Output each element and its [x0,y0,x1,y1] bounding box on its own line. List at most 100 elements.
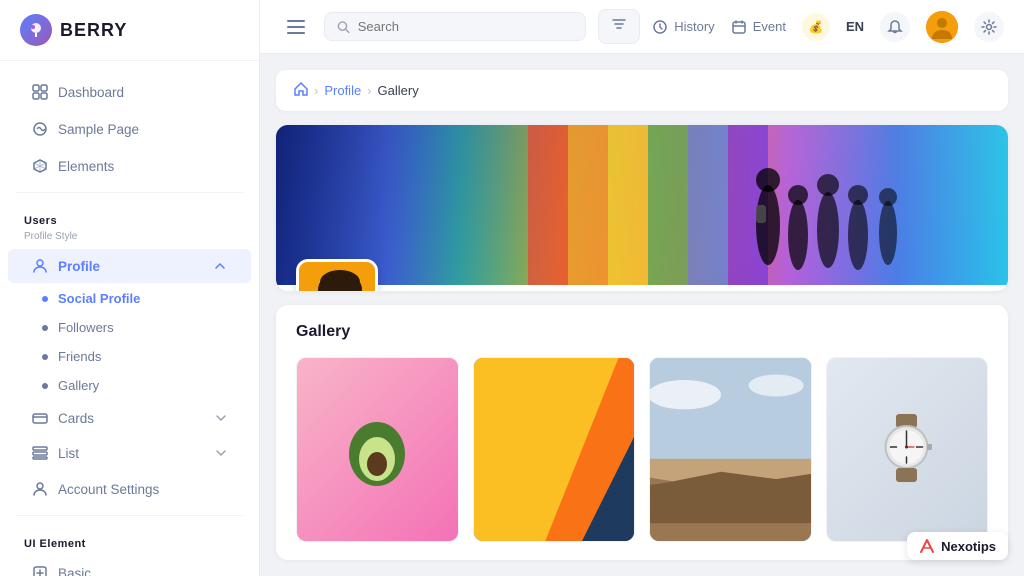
brand-name: BERRY [60,20,127,41]
sidebar-item-basic[interactable]: Basic [8,555,251,576]
users-section-subtitle: Profile Style [0,231,259,248]
sidebar-item-cards[interactable]: Cards [8,401,251,435]
gallery-title: Gallery [296,323,988,341]
user-avatar[interactable] [926,11,958,43]
gallery-grid: 1080p_tabl... ⋮ Tue Aug 24 2021 [296,357,988,542]
menu-line3 [287,32,305,34]
sidebar-divider2 [16,515,243,516]
settings-button[interactable] [974,12,1004,42]
dot-icon [42,325,48,331]
topbar-right: History Event 💰 EN [652,11,1004,43]
gallery-info-3: granite_che... ⋮ Fri Jun 25 2021 [650,541,811,542]
layout-icon [32,121,48,137]
sidebar-item-social-profile[interactable]: Social Profile [0,284,259,313]
sidebar-nav: Dashboard Sample Page Elements Users Pro… [0,61,259,576]
chevron-down-icon [215,412,227,424]
sidebar-divider [16,192,243,193]
clock-icon [652,19,668,35]
event-button[interactable]: Event [731,19,786,35]
notification-button[interactable] [880,12,910,42]
nexotips-badge: Nexotips [907,532,1008,560]
nexotips-label: Nexotips [941,539,996,554]
search-input[interactable] [358,19,573,34]
lang-badge[interactable]: 💰 [802,13,830,41]
gallery-item-4: invoice.mpg ⋮ Sat Oct 23 2021 [826,357,989,542]
profile-card: Vinit Ajudiya Android Developer Message … [276,125,1008,291]
dashboard-label: Dashboard [58,85,124,100]
gallery-info-1: 1080p_tabl... ⋮ Tue Aug 24 2021 [297,541,458,542]
sample-page-label: Sample Page [58,122,139,137]
friends-label: Friends [58,349,101,364]
account-settings-label: Account Settings [58,482,159,497]
search-icon [337,20,350,34]
list-label: List [58,446,79,461]
grid-icon [32,84,48,100]
sidebar-logo: BERRY [0,0,259,61]
filter-icon [611,16,627,32]
followers-label: Followers [58,320,114,335]
sidebar-item-list[interactable]: List [8,436,251,470]
breadcrumb-gallery: Gallery [378,83,419,98]
profile-banner [276,125,1008,285]
sidebar-item-dashboard[interactable]: Dashboard [8,74,251,110]
dot-icon [42,296,48,302]
breadcrumb: › Profile › Gallery [276,70,1008,111]
sidebar-item-account-settings[interactable]: Account Settings [8,471,251,507]
sidebar-item-profile[interactable]: Profile [8,249,251,283]
cards-label: Cards [58,411,94,426]
basic-label: Basic [58,566,91,576]
menu-line1 [287,20,305,22]
box-icon [32,158,48,174]
list-left: List [32,445,79,461]
bell-icon [887,19,903,35]
gallery-thumb-3 [650,358,811,541]
topbar: History Event 💰 EN [260,0,1024,54]
menu-line2 [287,26,305,28]
basic-icon [32,565,48,576]
sidebar-item-elements[interactable]: Elements [8,148,251,184]
gallery-thumb-2 [474,358,635,541]
user-icon [32,481,48,497]
breadcrumb-profile[interactable]: Profile [324,83,361,98]
history-label: History [674,19,714,34]
gallery-thumb-4 [827,358,988,541]
breadcrumb-sep1: › [314,83,318,98]
ui-section-title: UI Element [0,524,259,554]
chevron-down-icon2 [215,447,227,459]
history-button[interactable]: History [652,19,714,35]
nexotips-icon [919,538,935,554]
filter-button[interactable] [598,9,640,44]
gallery-info-2: handmade.... ⋮ Fri Apr 30 2021 [474,541,635,542]
cards-icon [32,410,48,426]
social-profile-label: Social Profile [58,291,140,306]
profile-parent-label: Profile [58,259,100,274]
sidebar-item-followers[interactable]: Followers [0,313,259,342]
gallery-thumb-1 [297,358,458,541]
gallery-item-1: 1080p_tabl... ⋮ Tue Aug 24 2021 [296,357,459,542]
profile-left: Profile [32,258,100,274]
dot-icon [42,383,48,389]
search-bar [324,12,586,41]
users-section-title: Users [0,201,259,231]
gear-icon [981,19,997,35]
banner-people [528,125,928,285]
lang-text[interactable]: EN [846,19,864,34]
gallery-item-3: granite_che... ⋮ Fri Jun 25 2021 [649,357,812,542]
gallery-item-2: handmade.... ⋮ Fri Apr 30 2021 [473,357,636,542]
chevron-up-icon [213,259,227,273]
profile-icon [32,258,48,274]
calendar-icon [731,19,747,35]
elements-label: Elements [58,159,114,174]
event-label: Event [753,19,786,34]
sidebar-item-friends[interactable]: Friends [0,342,259,371]
sidebar-item-gallery[interactable]: Gallery [0,371,259,400]
sidebar-item-sample-page[interactable]: Sample Page [8,111,251,147]
logo-icon [20,14,52,46]
gallery-child-label: Gallery [58,378,99,393]
profile-info-row: Vinit Ajudiya Android Developer Message … [276,285,1008,291]
dot-icon [42,354,48,360]
breadcrumb-home[interactable] [294,82,308,99]
menu-button[interactable] [280,11,312,43]
cards-left: Cards [32,410,94,426]
main-area: History Event 💰 EN [260,0,1024,576]
